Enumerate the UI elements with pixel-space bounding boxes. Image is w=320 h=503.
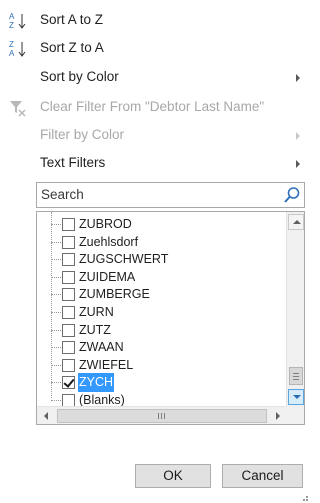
tree-connector [51,347,61,349]
list-item[interactable]: ZUMBERGE [37,285,287,304]
item-label: ZUMBERGE [79,287,150,302]
submenu-arrow-icon [296,160,300,168]
item-checkbox[interactable] [62,323,75,337]
ok-button[interactable]: OK [135,464,211,488]
item-label: ZUGSCHWERT [79,252,169,267]
text-filters-item[interactable]: Text Filters [0,149,310,177]
tree-connector [51,312,61,313]
horizontal-scroll-thumb[interactable] [57,409,267,423]
item-label: Zuehlsdorf [79,234,139,249]
sort-az-icon: A Z [9,12,26,30]
vertical-scroll-thumb[interactable] [289,367,303,385]
vertical-scrollbar[interactable] [286,212,304,407]
sort-za-icon: Z A [9,40,26,58]
search-icon[interactable] [283,186,301,204]
item-checkbox[interactable] [62,358,75,372]
item-checkbox[interactable] [62,341,75,355]
thumb-grip [293,379,299,380]
scroll-left-button[interactable] [39,408,55,424]
item-checkbox[interactable] [62,253,75,267]
thumb-grip [158,413,159,419]
scroll-down-button[interactable] [288,389,304,405]
scroll-right-button[interactable] [269,408,285,424]
list-item[interactable]: ZWIEFEL [37,356,287,375]
list-item[interactable]: ZURN [37,303,287,322]
search-box[interactable]: Search [36,182,305,208]
value-list[interactable]: ZUBROD Zuehlsdorf ZUGSCHWERT ZUIDEMA ZUMBERG… [36,211,305,425]
filter-by-color-item[interactable]: Filter by Color [0,121,310,149]
cancel-button[interactable]: Cancel [222,464,303,488]
sort-a-to-z-label: Sort A to Z [40,12,104,27]
scroll-down-icon [293,395,301,399]
tree-connector [51,329,61,331]
tree-connector [51,364,61,366]
scroll-right-icon [276,412,280,420]
item-checkbox[interactable] [62,376,75,390]
item-checkbox[interactable] [62,288,75,302]
submenu-arrow-icon [296,132,300,140]
horizontal-scrollbar[interactable] [37,406,287,424]
thumb-grip [293,376,299,377]
search-input[interactable]: Search [41,183,84,207]
list-item[interactable]: ZUIDEMA [37,268,287,287]
item-checkbox[interactable] [62,270,75,284]
scroll-up-icon [293,220,301,224]
tree-connector [51,259,61,261]
item-label: ZUBROD [79,217,132,231]
submenu-arrow-icon [296,74,300,82]
sort-a-to-z-item[interactable]: A Z Sort A to Z [0,6,310,34]
autofilter-menu: A Z Sort A to Z Z A Sort Z to A Sort by … [0,0,310,503]
scroll-up-button[interactable] [288,214,304,230]
item-label: ZWIEFEL [79,357,134,372]
list-item[interactable]: ZUBROD [37,215,287,234]
filter-by-color-label: Filter by Color [40,127,125,142]
item-label: ZWAAN [79,340,124,355]
sort-z-to-a-item[interactable]: Z A Sort Z to A [0,34,310,62]
sort-by-color-label: Sort by Color [40,69,119,84]
tree-connector [51,400,61,401]
tree-connector [51,224,61,225]
item-label: ZYCH [78,373,115,393]
item-label: ZUTZ [79,322,111,337]
scrollbar-corner [286,406,304,424]
clear-filter-icon [10,101,26,117]
tree-connector [51,241,61,243]
thumb-grip [164,413,165,419]
item-label: ZURN [79,305,114,319]
text-filters-label: Text Filters [40,155,106,170]
svg-text:A: A [9,49,15,58]
tree-connector [51,382,61,384]
svg-text:Z: Z [9,21,14,30]
tree-connector [51,294,61,296]
svg-text:Z: Z [9,40,14,49]
resize-grip-icon[interactable] [300,493,308,501]
item-label: ZUIDEMA [79,269,136,284]
sort-by-color-item[interactable]: Sort by Color [0,63,310,91]
thumb-grip [161,413,162,419]
tree-connector [51,276,61,278]
list-item[interactable]: ZUTZ [37,321,287,340]
item-checkbox[interactable] [62,306,75,319]
item-checkbox[interactable] [62,218,75,231]
scroll-left-icon [44,412,48,420]
list-item[interactable]: ZUGSCHWERT [37,250,287,269]
clear-filter-label: Clear Filter From "Debtor Last Name" [40,99,265,114]
value-tree: ZUBROD Zuehlsdorf ZUGSCHWERT ZUIDEMA ZUMBERG… [37,212,287,407]
svg-text:A: A [9,12,15,21]
list-item[interactable]: Zuehlsdorf [37,233,287,252]
list-item[interactable]: ZYCH [37,373,287,393]
thumb-grip [293,373,299,374]
clear-filter-item[interactable]: Clear Filter From "Debtor Last Name" [0,93,310,121]
item-checkbox[interactable] [62,235,75,249]
sort-z-to-a-label: Sort Z to A [40,40,104,55]
list-item[interactable]: ZWAAN [37,338,287,357]
